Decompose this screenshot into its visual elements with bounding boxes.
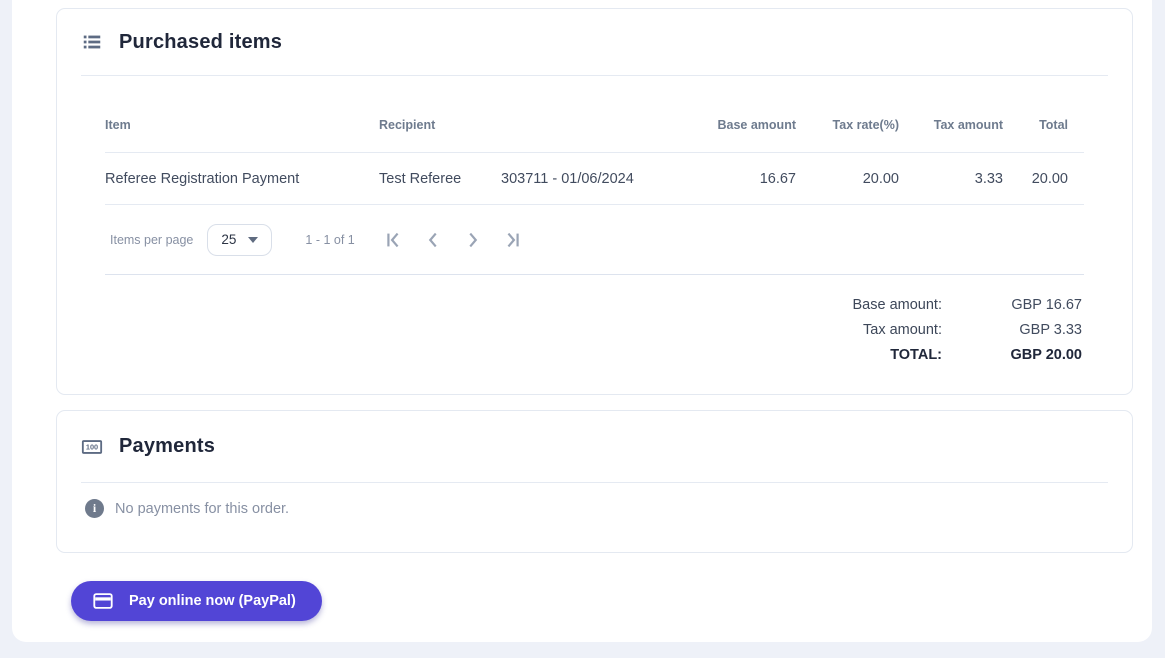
purchased-items-table: Item Recipient Base amount Tax rate(%) T… [81,97,1108,368]
last-page-icon [502,229,524,251]
paginator: Items per page 25 1 - 1 of 1 [81,205,1108,274]
purchased-items-title: Purchased items [119,31,282,54]
cell-tax-rate: 20.00 [796,171,899,187]
payments-header: 100 Payments [57,411,1132,482]
cell-recipient: Test Referee [379,171,501,187]
cell-base-amount: 16.67 [659,171,796,187]
chevron-left-icon [422,229,444,251]
tax-amount-total-value: GBP 3.33 [942,318,1082,343]
grand-total-value: GBP 20.00 [942,343,1082,368]
chevron-right-icon [462,229,484,251]
grand-total-label: TOTAL: [722,343,942,368]
cell-tax-amount: 3.33 [899,171,1003,187]
previous-page-button[interactable] [413,220,453,260]
cell-reference: 303711 - 01/06/2024 [501,171,659,187]
column-header-base-amount: Base amount [659,118,796,132]
page-size-select[interactable]: 25 [207,224,272,256]
column-header-tax-rate: Tax rate(%) [796,118,899,132]
tax-amount-total-label: Tax amount: [722,318,942,343]
base-amount-total-row: Base amount: GBP 16.67 [81,293,1082,318]
first-page-icon [382,229,404,251]
pay-online-paypal-button[interactable]: Pay online now (PayPal) [71,581,322,621]
payments-empty-message: No payments for this order. [115,501,289,517]
table-header-row: Item Recipient Base amount Tax rate(%) T… [81,97,1108,152]
column-header-tax-amount: Tax amount [899,118,1003,132]
tax-amount-total-row: Tax amount: GBP 3.33 [81,318,1082,343]
list-icon [81,31,103,53]
payments-empty-state: i No payments for this order. [57,483,1132,518]
payments-title: Payments [119,435,215,458]
svg-text:100: 100 [86,442,98,451]
table-row: Referee Registration Payment Test Refere… [81,153,1108,204]
paginator-buttons [373,220,533,260]
purchased-items-card: Purchased items Item Recipient Base amou… [56,8,1133,395]
grand-total-row: TOTAL: GBP 20.00 [81,343,1082,368]
credit-card-icon [92,590,114,612]
last-page-button[interactable] [493,220,533,260]
purchased-items-header: Purchased items [57,9,1132,75]
content-panel: Purchased items Item Recipient Base amou… [12,0,1152,642]
items-per-page-label: Items per page [110,233,193,247]
column-header-total: Total [1003,118,1108,132]
column-header-recipient: Recipient [379,118,501,132]
chevron-down-icon [248,237,258,243]
info-icon: i [85,499,104,518]
cell-item: Referee Registration Payment [81,171,379,187]
base-amount-total-label: Base amount: [722,293,942,318]
order-totals: Base amount: GBP 16.67 Tax amount: GBP 3… [81,275,1108,368]
cell-total: 20.00 [1003,171,1108,187]
column-header-item: Item [81,118,379,132]
page-size-value: 25 [221,232,236,247]
next-page-button[interactable] [453,220,493,260]
first-page-button[interactable] [373,220,413,260]
pay-button-label: Pay online now (PayPal) [129,593,296,609]
base-amount-total-value: GBP 16.67 [942,293,1082,318]
banknote-icon: 100 [81,436,103,458]
page-range-label: 1 - 1 of 1 [305,233,354,247]
header-divider [81,75,1108,76]
payments-card: 100 Payments i No payments for this orde… [56,410,1133,553]
